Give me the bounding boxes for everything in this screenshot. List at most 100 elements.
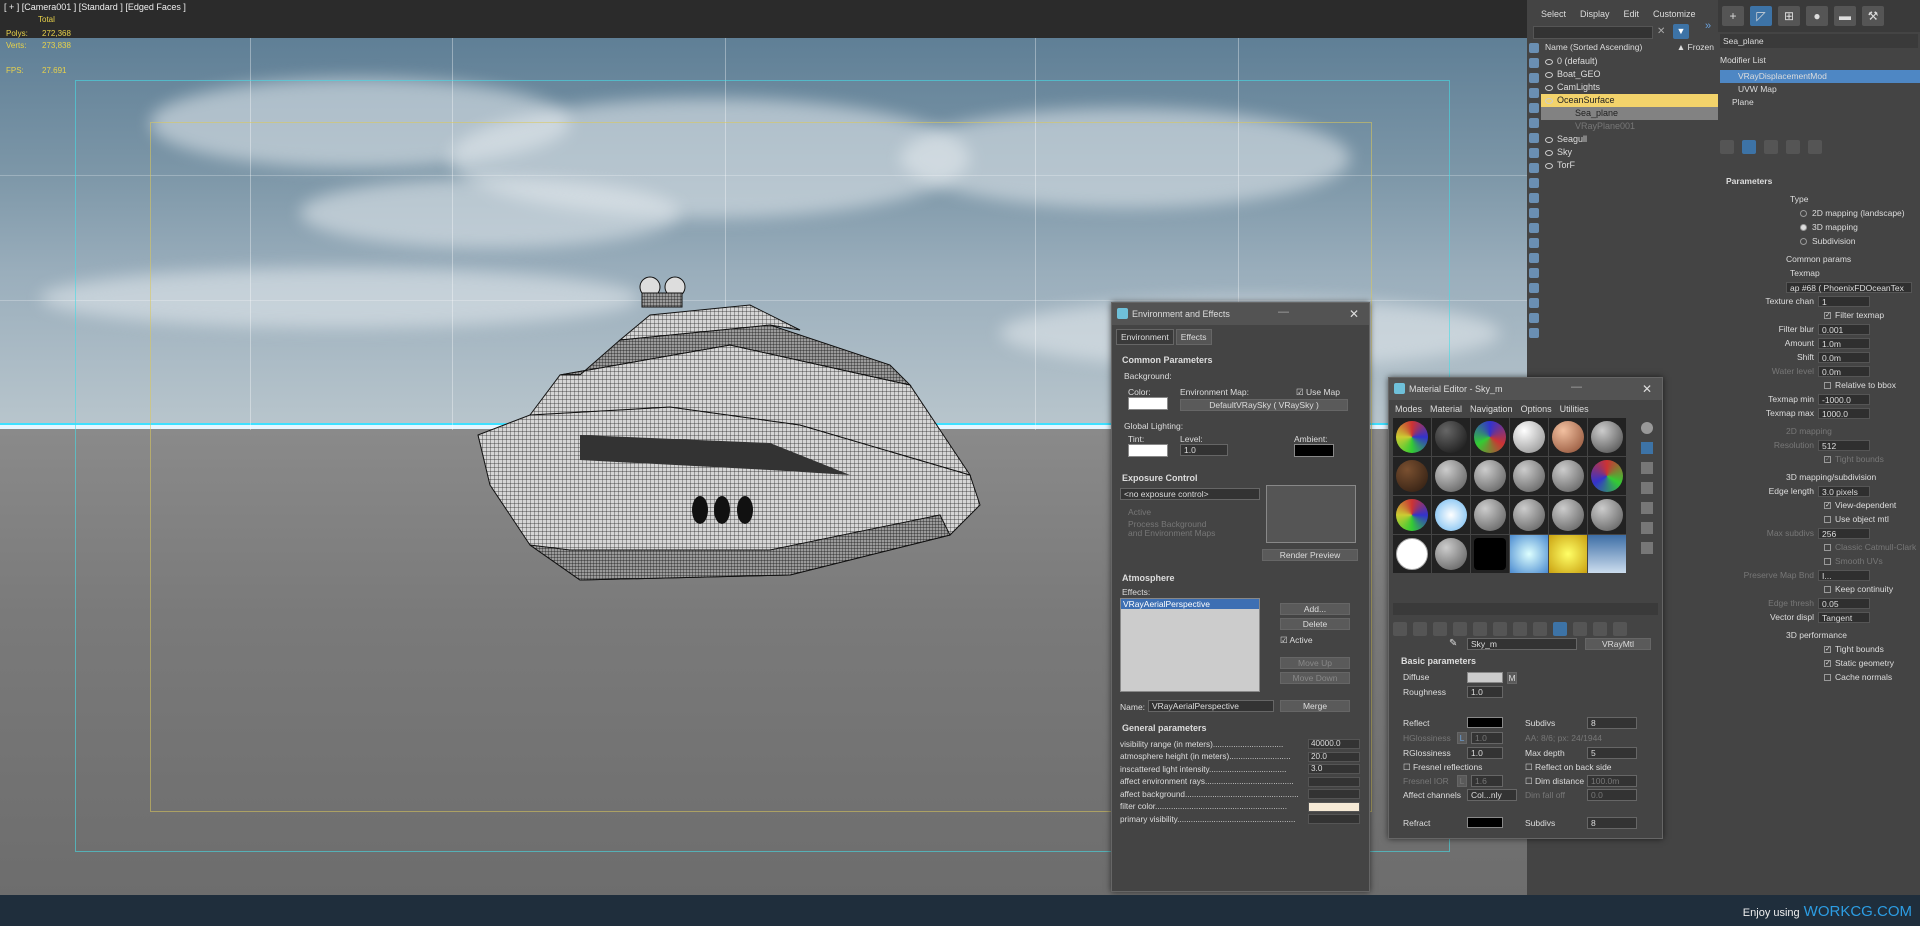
tab-environment[interactable]: Environment — [1116, 329, 1174, 345]
checkbox-icon[interactable]: ✓ — [1824, 645, 1831, 653]
scene-item-default[interactable]: 0 (default) — [1541, 55, 1718, 68]
texmap-button[interactable]: ap #68 ( PhoenixFDOceanTex — [1786, 281, 1912, 293]
level-spinner[interactable]: 1.0 — [1180, 444, 1228, 456]
display-xrefs-icon[interactable] — [1529, 178, 1539, 188]
scene-item-camlights[interactable]: CamLights — [1541, 81, 1718, 94]
clear-search-icon[interactable]: ✕ — [1657, 26, 1669, 38]
display-invert-icon[interactable] — [1529, 268, 1539, 278]
motion-tab-icon[interactable]: ● — [1806, 6, 1828, 26]
param-row[interactable]: Texmap max 1000.0 — [1720, 406, 1920, 420]
param-spinner[interactable]: Tangent — [1818, 611, 1870, 623]
param-spinner[interactable]: 3.0 pixels — [1818, 485, 1870, 497]
param-spinner[interactable]: 0.001 — [1818, 323, 1870, 335]
general-param-value[interactable]: 20.0 — [1308, 751, 1360, 762]
display-spacewarps-icon[interactable] — [1529, 148, 1539, 158]
slots-scrollbar[interactable] — [1393, 603, 1658, 615]
create-tab-icon[interactable]: + — [1722, 6, 1744, 26]
general-param-row[interactable]: atmosphere height (in meters)...........… — [1120, 751, 1360, 764]
display-bones-icon[interactable] — [1529, 193, 1539, 203]
display-children-icon[interactable] — [1529, 283, 1539, 293]
param-row[interactable]: Water level 0.0m — [1720, 364, 1920, 378]
display-helpers-icon[interactable] — [1529, 133, 1539, 143]
fresnel-ior-spinner[interactable]: 1.6 — [1471, 775, 1503, 787]
scene-item-oceansurface[interactable]: OceanSurface — [1541, 94, 1718, 107]
scene-item-vrayplane001[interactable]: VRayPlane001 — [1541, 120, 1718, 133]
eye-icon[interactable] — [1545, 149, 1553, 156]
tint-swatch[interactable] — [1128, 444, 1168, 457]
eye-icon[interactable] — [1545, 162, 1553, 169]
display-containers-icon[interactable] — [1529, 208, 1539, 218]
param-row[interactable]: ✓ Tight bounds — [1720, 642, 1920, 656]
close-icon[interactable]: ✕ — [1349, 307, 1359, 321]
eye-icon[interactable] — [1545, 84, 1553, 91]
material-slot[interactable] — [1510, 535, 1548, 573]
make-unique-icon[interactable] — [1764, 140, 1778, 154]
param-row[interactable]: Edge thresh 0.05 — [1720, 596, 1920, 610]
material-slot[interactable] — [1549, 418, 1587, 456]
display-none-icon[interactable] — [1529, 43, 1539, 53]
display-groups-icon[interactable] — [1529, 163, 1539, 173]
exposure-dropdown[interactable]: <no exposure control> — [1120, 488, 1260, 500]
scene-search-input[interactable] — [1533, 26, 1653, 39]
material-slot[interactable] — [1549, 496, 1587, 534]
eye-icon[interactable] — [1545, 97, 1553, 104]
display-frozen-icon[interactable] — [1529, 223, 1539, 233]
param-row[interactable]: Shift 0.0m — [1720, 350, 1920, 364]
move-down-button[interactable]: Move Down — [1280, 672, 1350, 684]
general-param-value[interactable]: 40000.0 — [1308, 739, 1360, 750]
menu-modes[interactable]: Modes — [1395, 404, 1422, 414]
fresnel-lock-button[interactable]: L — [1457, 775, 1467, 787]
scene-item-sky[interactable]: Sky — [1541, 146, 1718, 159]
atmosphere-title[interactable]: Atmosphere — [1112, 573, 1175, 583]
roughness-spinner[interactable]: 1.0 — [1467, 686, 1503, 698]
menu-navigation[interactable]: Navigation — [1470, 404, 1513, 414]
general-param-value[interactable]: 3.0 — [1308, 764, 1360, 775]
tab-effects[interactable]: Effects — [1175, 329, 1212, 345]
radio-subdivision[interactable]: Subdivision — [1720, 234, 1920, 248]
make-unique-icon[interactable] — [1493, 622, 1507, 636]
material-slot[interactable] — [1432, 535, 1470, 573]
radio-2d-mapping[interactable]: 2D mapping (landscape) — [1720, 206, 1920, 220]
general-params-title[interactable]: General parameters — [1112, 723, 1207, 733]
get-material-icon[interactable] — [1393, 622, 1407, 636]
param-spinner[interactable]: 0.05 — [1818, 597, 1870, 609]
material-slot[interactable] — [1588, 496, 1626, 534]
diffuse-swatch[interactable] — [1467, 672, 1503, 683]
material-slot[interactable] — [1471, 457, 1509, 495]
material-slot[interactable] — [1549, 535, 1587, 573]
param-row[interactable]: Edge length 3.0 pixels — [1720, 484, 1920, 498]
param-row[interactable]: Vector displ Tangent — [1720, 610, 1920, 624]
param-spinner[interactable]: 1000.0 — [1818, 407, 1870, 419]
dim-falloff-spinner[interactable]: 0.0 — [1587, 789, 1637, 801]
put-to-scene-icon[interactable] — [1413, 622, 1427, 636]
material-slot[interactable] — [1510, 418, 1548, 456]
viewport-label[interactable]: [ + ] [Camera001 ] [Standard ] [Edged Fa… — [4, 2, 186, 12]
minimize-icon[interactable]: — — [1278, 306, 1289, 318]
general-param-value[interactable] — [1308, 801, 1360, 812]
use-map-check[interactable]: ☑ Use Map — [1296, 387, 1340, 398]
display-geometry-icon[interactable] — [1529, 73, 1539, 83]
affect-channels-dropdown[interactable]: Col...nly — [1467, 789, 1517, 801]
radio-icon[interactable] — [1800, 223, 1807, 231]
material-type-button[interactable]: VRayMtl — [1585, 638, 1651, 650]
checkbox-icon[interactable] — [1824, 515, 1831, 523]
material-slot[interactable] — [1393, 418, 1431, 456]
checkbox-icon[interactable] — [1824, 381, 1831, 389]
radio-3d-mapping[interactable]: 3D mapping — [1720, 220, 1920, 234]
sample-type-icon[interactable] — [1641, 422, 1653, 434]
checkbox-icon[interactable]: ✓ — [1824, 455, 1831, 463]
layer-icon[interactable] — [1529, 328, 1539, 338]
param-spinner[interactable]: I... — [1818, 569, 1870, 581]
max-depth-spinner[interactable]: 5 — [1587, 747, 1637, 759]
material-slot[interactable] — [1471, 535, 1509, 573]
display-hidden-icon[interactable] — [1529, 238, 1539, 248]
column-frozen[interactable]: ▲ Frozen — [1677, 42, 1714, 54]
merge-button[interactable]: Merge — [1280, 700, 1350, 712]
show-shaded-icon[interactable] — [1553, 622, 1567, 636]
configure-sets-icon[interactable] — [1808, 140, 1822, 154]
param-row[interactable]: ✓ View-dependent — [1720, 498, 1920, 512]
reflect-swatch[interactable] — [1467, 717, 1503, 728]
minimize-icon[interactable]: — — [1571, 381, 1582, 393]
reflect-back-check[interactable]: ☐ Reflect on back side — [1525, 762, 1612, 773]
basic-parameters-title[interactable]: Basic parameters — [1393, 656, 1655, 666]
